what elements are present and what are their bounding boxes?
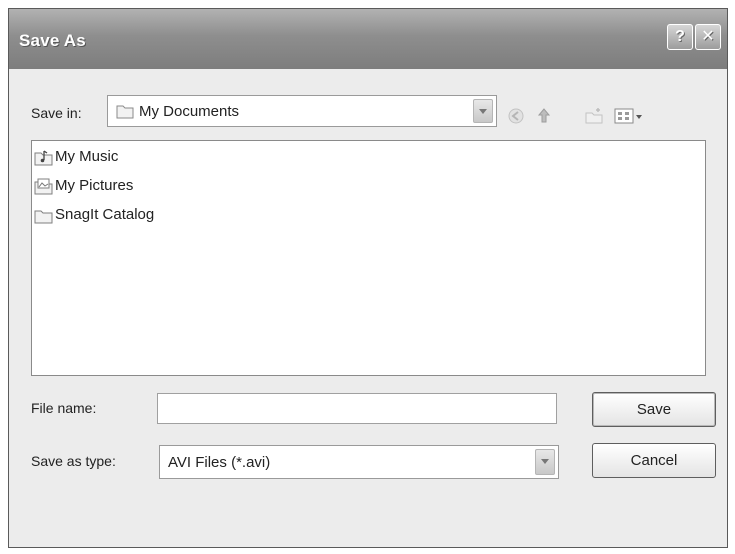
help-button[interactable]: ? (667, 24, 693, 50)
save-as-type-label: Save as type: (31, 453, 116, 469)
save-as-dialog: Save As ? ✕ Save in: My Documents My Mus… (8, 8, 728, 548)
save-in-label: Save in: (31, 105, 82, 121)
title-bar[interactable]: Save As ? ✕ (9, 9, 727, 69)
chevron-down-icon[interactable] (473, 99, 493, 123)
folder-icon (116, 105, 134, 119)
list-item-label: SnagIt Catalog (55, 206, 155, 223)
save-as-type-dropdown[interactable]: AVI Files (*.avi) (159, 445, 559, 479)
views-menu-button[interactable] (613, 105, 645, 127)
save-in-dropdown[interactable]: My Documents (107, 95, 497, 127)
save-in-value: My Documents (139, 103, 240, 120)
folder-icon (34, 210, 53, 224)
help-icon: ? (675, 28, 685, 45)
views-menu-icon (614, 108, 642, 124)
list-item-label: My Music (55, 148, 119, 165)
save-button[interactable]: Save (592, 392, 716, 427)
back-button[interactable] (505, 105, 527, 127)
new-folder-icon (585, 108, 603, 124)
file-name-label: File name: (31, 400, 97, 416)
music-folder-icon (34, 150, 53, 166)
back-icon (508, 108, 524, 124)
up-folder-icon (537, 108, 551, 123)
save-as-type-value: AVI Files (*.avi) (168, 454, 271, 471)
dialog-title: Save As (19, 31, 86, 50)
cancel-button[interactable]: Cancel (592, 443, 716, 478)
list-item-label: My Pictures (55, 177, 134, 194)
close-icon: ✕ (701, 28, 715, 45)
file-list[interactable]: My Music My Pictures SnagIt Catalog (31, 140, 706, 376)
pictures-folder-icon (34, 178, 53, 195)
close-button[interactable]: ✕ (695, 24, 721, 50)
create-new-folder-button[interactable] (583, 105, 605, 127)
file-name-field[interactable] (157, 393, 557, 424)
up-one-level-button[interactable] (533, 105, 555, 127)
chevron-down-icon[interactable] (535, 449, 555, 475)
